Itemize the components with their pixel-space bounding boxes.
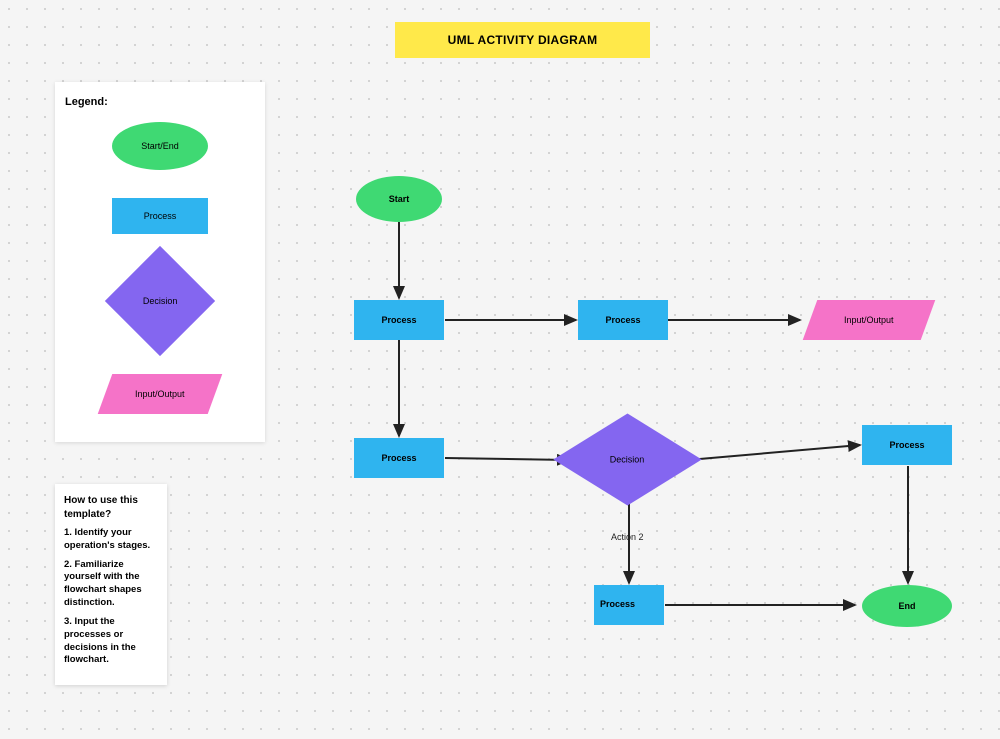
process-node-4[interactable]: Process (862, 425, 952, 465)
edge-label-action2: Action 2 (611, 532, 644, 542)
decision-node-label: Decision (610, 455, 645, 465)
process-node-4-label: Process (889, 440, 924, 450)
process-node-3-label: Process (381, 453, 416, 463)
process-node-2[interactable]: Process (578, 300, 668, 340)
process-node-5-label: Process (600, 600, 635, 610)
end-node-label: End (899, 601, 916, 611)
process-node-3[interactable]: Process (354, 438, 444, 478)
io-node-1-label: Input/Output (844, 315, 894, 325)
process-node-1[interactable]: Process (354, 300, 444, 340)
start-node[interactable]: Start (356, 176, 442, 222)
decision-node[interactable]: Decision (575, 407, 680, 512)
process-node-1-label: Process (381, 315, 416, 325)
process-node-2-label: Process (605, 315, 640, 325)
process-node-5[interactable]: Process (594, 585, 664, 625)
end-node[interactable]: End (862, 585, 952, 627)
start-node-label: Start (389, 194, 410, 204)
io-node-1[interactable]: Input/Output (803, 300, 936, 340)
connectors-layer (0, 0, 1000, 739)
